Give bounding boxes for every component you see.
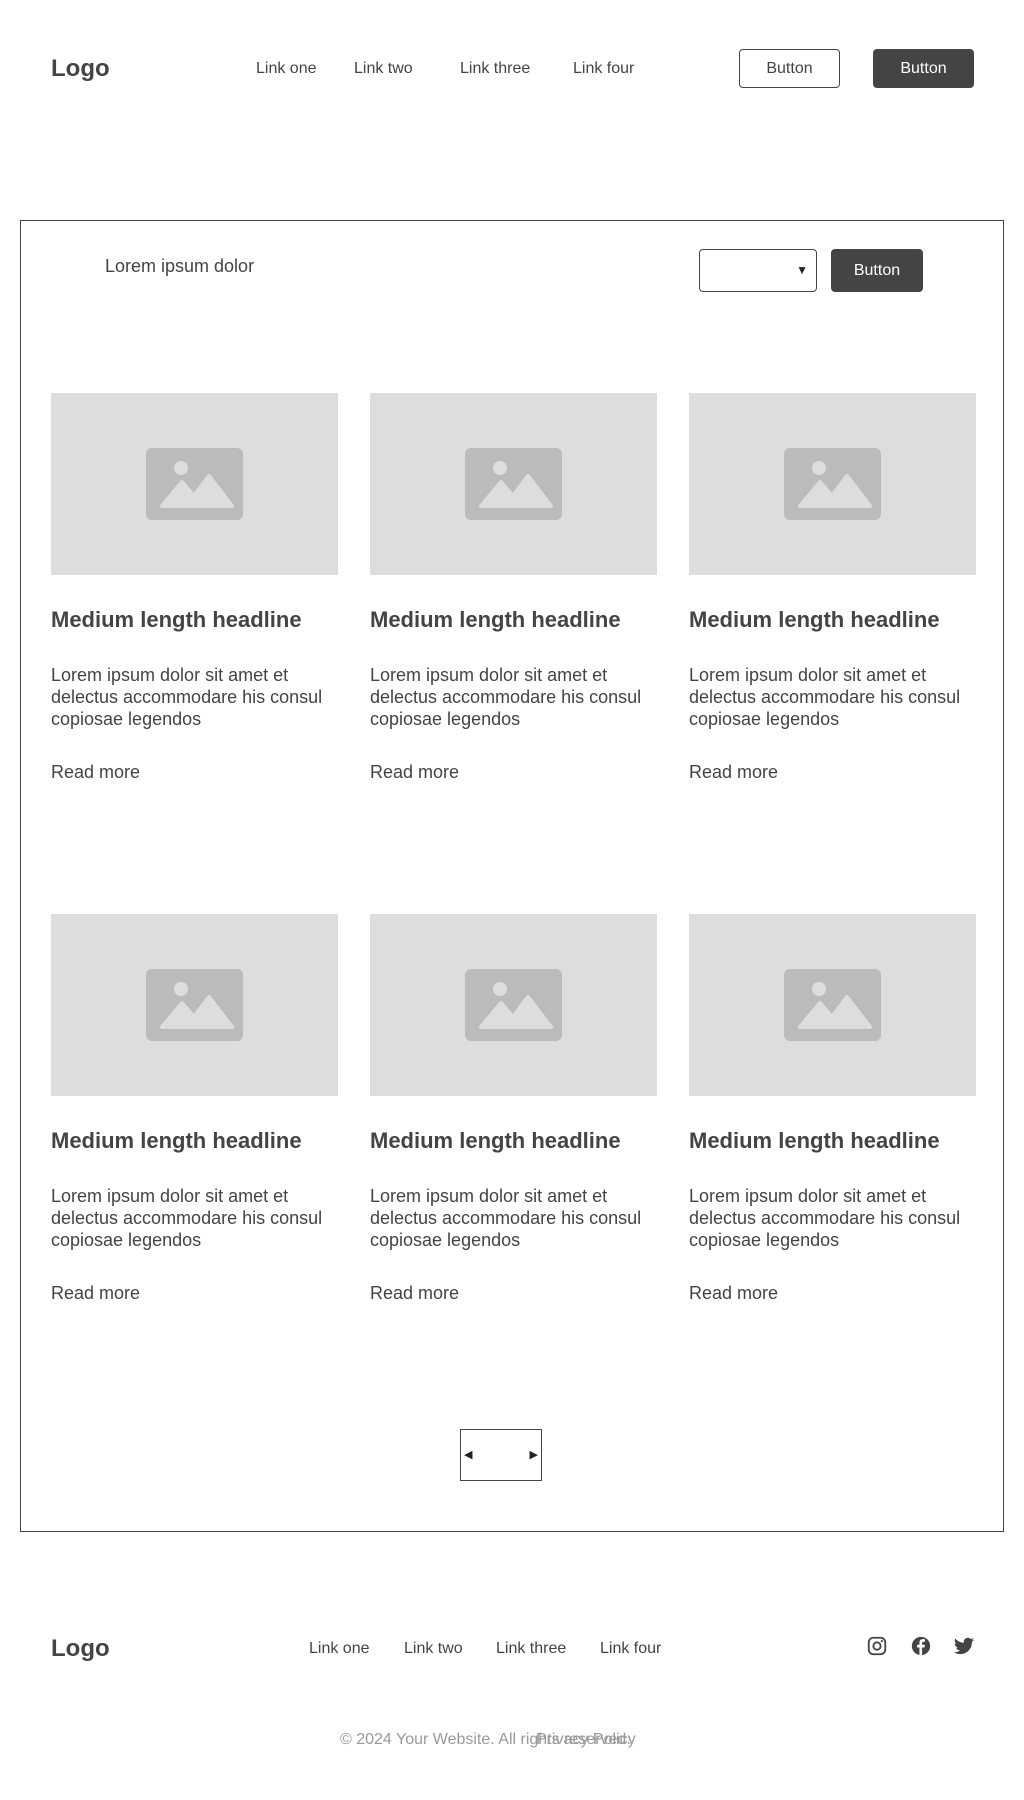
card-image: [689, 914, 976, 1096]
card: Medium length headline Lorem ipsum dolor…: [689, 914, 976, 1303]
image-placeholder-icon: [146, 448, 243, 520]
nav-link-one[interactable]: Link one: [256, 60, 317, 78]
card-description: Lorem ipsum dolor sit amet et delectus a…: [370, 665, 642, 729]
card-image: [689, 393, 976, 575]
read-more-link[interactable]: Read more: [370, 1283, 459, 1304]
prev-page-icon[interactable]: ◀: [464, 1448, 472, 1461]
card-image: [370, 393, 657, 575]
header-logo[interactable]: Logo: [51, 55, 110, 83]
card-description: Lorem ipsum dolor sit amet et delectus a…: [51, 665, 323, 729]
card: Medium length headline Lorem ipsum dolor…: [370, 393, 657, 782]
site-header: Logo Link one Link two Link three Link f…: [0, 0, 1024, 140]
header-secondary-button[interactable]: Button: [739, 49, 840, 88]
image-placeholder-icon: [465, 969, 562, 1041]
footer-link-three[interactable]: Link three: [496, 1640, 566, 1658]
card-image: [51, 914, 338, 1096]
image-placeholder-icon: [784, 448, 881, 520]
card-description: Lorem ipsum dolor sit amet et delectus a…: [51, 1186, 323, 1250]
instagram-icon[interactable]: [866, 1635, 888, 1657]
card-title: Medium length headline: [51, 1128, 302, 1153]
card-title: Medium length headline: [689, 1128, 940, 1153]
image-placeholder-icon: [784, 969, 881, 1041]
read-more-link[interactable]: Read more: [370, 762, 459, 783]
card: Medium length headline Lorem ipsum dolor…: [51, 914, 338, 1303]
card-description: Lorem ipsum dolor sit amet et delectus a…: [370, 1186, 642, 1250]
card-title: Medium length headline: [370, 607, 621, 632]
nav-link-two[interactable]: Link two: [354, 60, 413, 78]
card: Medium length headline Lorem ipsum dolor…: [689, 393, 976, 782]
twitter-icon[interactable]: [953, 1635, 975, 1657]
footer-logo[interactable]: Logo: [51, 1635, 110, 1663]
nav-link-four[interactable]: Link four: [573, 60, 634, 78]
footer-link-two[interactable]: Link two: [404, 1640, 463, 1658]
card-image: [370, 914, 657, 1096]
image-placeholder-icon: [465, 448, 562, 520]
next-page-icon[interactable]: ▶: [530, 1448, 538, 1461]
card-description: Lorem ipsum dolor sit amet et delectus a…: [689, 665, 961, 729]
chevron-down-icon: ▼: [796, 263, 808, 277]
card-title: Medium length headline: [689, 607, 940, 632]
card-title: Medium length headline: [51, 607, 302, 632]
card: Medium length headline Lorem ipsum dolor…: [51, 393, 338, 782]
filter-select[interactable]: ▼: [699, 249, 817, 292]
image-placeholder-icon: [146, 969, 243, 1041]
footer-link-four[interactable]: Link four: [600, 1640, 661, 1658]
read-more-link[interactable]: Read more: [51, 1283, 140, 1304]
read-more-link[interactable]: Read more: [689, 1283, 778, 1304]
card: Medium length headline Lorem ipsum dolor…: [370, 914, 657, 1303]
footer-link-one[interactable]: Link one: [309, 1640, 370, 1658]
toolbar-label: Lorem ipsum dolor: [105, 256, 255, 276]
pagination: ◀ ▶: [460, 1429, 542, 1481]
read-more-link[interactable]: Read more: [689, 762, 778, 783]
card-description: Lorem ipsum dolor sit amet et delectus a…: [689, 1186, 961, 1250]
facebook-icon[interactable]: [910, 1635, 932, 1657]
header-primary-button[interactable]: Button: [873, 49, 974, 88]
toolbar-button[interactable]: Button: [831, 249, 923, 292]
privacy-policy-link[interactable]: Privacy Policy: [536, 1731, 636, 1749]
read-more-link[interactable]: Read more: [51, 762, 140, 783]
card-title: Medium length headline: [370, 1128, 621, 1153]
content-frame: Lorem ipsum dolor ▼ Button Medium length…: [20, 220, 1004, 1532]
nav-link-three[interactable]: Link three: [460, 60, 530, 78]
card-image: [51, 393, 338, 575]
